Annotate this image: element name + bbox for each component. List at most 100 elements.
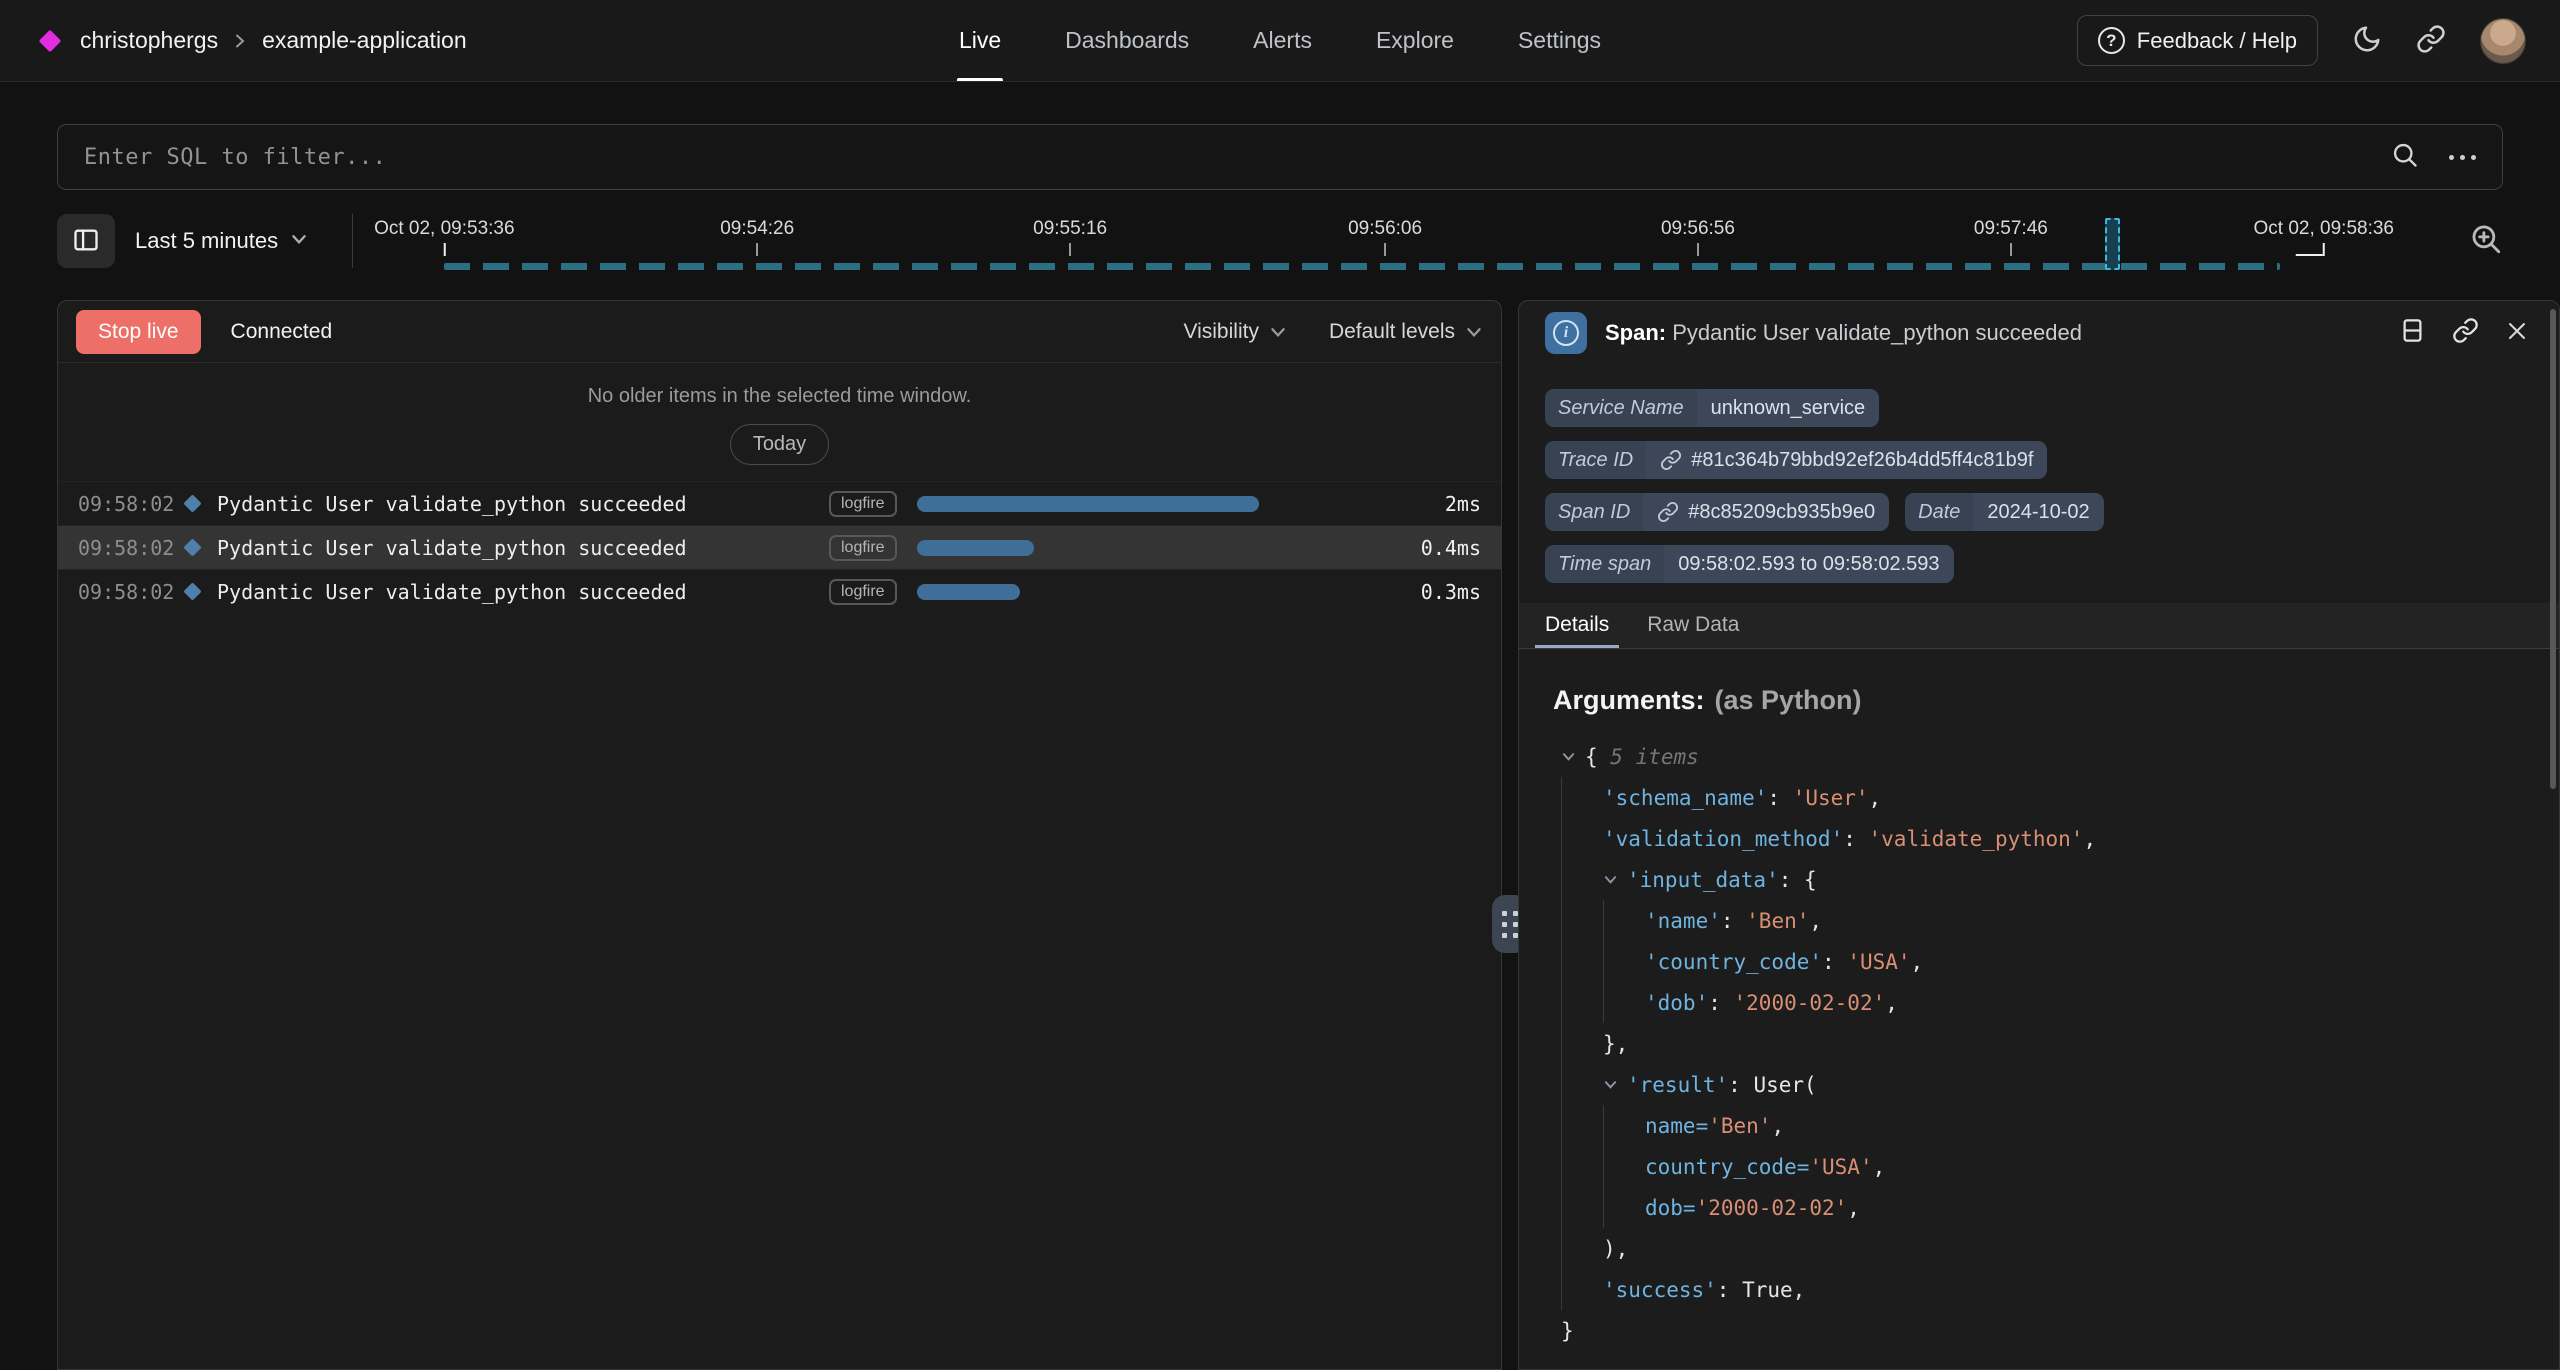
span-meta: Service Name unknown_service Trace ID #8…	[1519, 365, 2559, 603]
feedback-help-button[interactable]: ? Feedback / Help	[2077, 15, 2318, 66]
today-pill[interactable]: Today	[730, 424, 829, 465]
span-id-chip[interactable]: Span ID #8c85209cb935b9e0	[1545, 493, 1889, 531]
timeline-tick: Oct 02, 09:53:36	[374, 218, 515, 256]
close-icon[interactable]	[2505, 319, 2529, 348]
nav-tab-live[interactable]: Live	[959, 0, 1001, 81]
arguments-code-tree: { 5 items'schema_name': 'User','validati…	[1553, 736, 2529, 1351]
timeline-tick: 09:57:46	[1974, 218, 2048, 256]
time-range-label: Last 5 minutes	[135, 228, 278, 254]
chevron-down-icon	[290, 228, 308, 254]
log-message: Pydantic User validate_python succeeded	[217, 536, 829, 560]
indent-guide	[1561, 1105, 1603, 1146]
code-line: 'country_code': 'USA',	[1561, 941, 2529, 982]
indent-guide	[1603, 900, 1645, 941]
chevron-down-icon	[1465, 323, 1483, 341]
nav-tab-alerts[interactable]: Alerts	[1253, 0, 1312, 81]
span-detail-panel: i Span: Pydantic User validate_python su…	[1518, 300, 2560, 1370]
stop-live-button[interactable]: Stop live	[76, 310, 201, 354]
span-id-value: #8c85209cb935b9e0	[1688, 501, 1875, 524]
indent-guide	[1561, 1146, 1603, 1187]
sql-filter-placeholder: Enter SQL to filter...	[84, 145, 386, 170]
copy-link-icon[interactable]	[2452, 317, 2479, 349]
log-row[interactable]: 09:58:02Pydantic User validate_python su…	[58, 525, 1501, 569]
visibility-label: Visibility	[1183, 320, 1258, 344]
trace-id-label: Trace ID	[1545, 441, 1646, 479]
code-line: { 5 items	[1561, 736, 2529, 777]
log-row[interactable]: 09:58:02Pydantic User validate_python su…	[58, 569, 1501, 613]
live-view-panel: Stop live Connected Visibility Default l…	[57, 300, 1502, 1370]
more-options-icon[interactable]	[2449, 155, 2476, 160]
indent-guide	[1561, 982, 1603, 1023]
log-message: Pydantic User validate_python succeeded	[217, 492, 829, 516]
scrollbar-thumb[interactable]	[2550, 309, 2556, 789]
date-chip: Date 2024-10-02	[1905, 493, 2104, 531]
duration-bar-zone	[917, 540, 1367, 556]
link-icon	[1660, 449, 1682, 471]
breadcrumb: christophergs example-application	[80, 27, 467, 54]
indent-guide	[1603, 941, 1645, 982]
collapse-chevron-icon[interactable]	[1561, 749, 1585, 764]
empty-zone: No older items in the selected time wind…	[58, 363, 1501, 481]
search-icon[interactable]	[2391, 141, 2419, 174]
span-title: Span: Pydantic User validate_python succ…	[1605, 320, 2082, 346]
logfire-logo-icon[interactable]	[39, 29, 62, 52]
trace-id-chip[interactable]: Trace ID #81c364b79bbd92ef26b4dd5ff4c81b…	[1545, 441, 2047, 479]
nav-right: ? Feedback / Help	[2077, 15, 2526, 66]
code-line: },	[1561, 1023, 2529, 1064]
duration-bar	[917, 496, 1259, 512]
nav-tab-dashboards[interactable]: Dashboards	[1065, 0, 1189, 81]
zoom-in-icon[interactable]	[2469, 222, 2503, 261]
timeline-activity-dashes	[444, 263, 2280, 270]
timeline-tick: Oct 02, 09:58:36	[2254, 218, 2395, 256]
timeline-track[interactable]: Oct 02, 09:53:36 09:54:26 09:55:16 09:56:06…	[365, 206, 2451, 276]
feedback-help-label: Feedback / Help	[2137, 28, 2297, 54]
nav-tab-explore[interactable]: Explore	[1376, 0, 1454, 81]
timeline-tick: 09:54:26	[720, 218, 794, 256]
indent-guide	[1561, 1269, 1603, 1310]
time-range-select[interactable]: Last 5 minutes	[135, 228, 308, 254]
span-title-text: Pydantic User validate_python succeeded	[1672, 320, 2082, 345]
breadcrumb-org[interactable]: christophergs	[80, 27, 218, 54]
indent-guide	[1561, 1023, 1603, 1064]
divider	[352, 214, 353, 268]
timeline-tick: 09:56:06	[1348, 218, 1422, 256]
log-row[interactable]: 09:58:02 Pydantic User validate_python su…	[58, 481, 1501, 525]
visibility-dropdown[interactable]: Visibility	[1183, 320, 1286, 344]
scope-tag: logfire	[829, 491, 897, 517]
theme-toggle-button[interactable]	[2352, 24, 2382, 57]
log-time: 09:58:02	[78, 492, 182, 516]
code-line: dob='2000-02-02',	[1561, 1187, 2529, 1228]
duration-bar-zone	[917, 496, 1367, 512]
chevron-right-icon	[232, 33, 248, 49]
time-span-label: Time span	[1545, 545, 1664, 583]
grip-dots-icon	[1502, 911, 1518, 938]
share-link-button[interactable]	[2416, 24, 2446, 57]
scope-tag: logfire	[829, 535, 897, 561]
duration-value: 0.3ms	[1385, 580, 1481, 604]
indent-guide	[1561, 1228, 1603, 1269]
sql-filter-bar[interactable]: Enter SQL to filter...	[57, 124, 2503, 190]
indent-guide	[1603, 1146, 1645, 1187]
code-line: 'name': 'Ben',	[1561, 900, 2529, 941]
scope-tag: logfire	[829, 579, 897, 605]
collapse-chevron-icon[interactable]	[1603, 1077, 1627, 1092]
service-name-label: Service Name	[1545, 389, 1697, 427]
timeline-tick: 09:55:16	[1033, 218, 1107, 256]
toggle-sidebar-button[interactable]	[57, 214, 115, 268]
user-avatar[interactable]	[2480, 18, 2526, 64]
indent-guide	[1603, 1105, 1645, 1146]
link-icon	[2416, 24, 2446, 57]
collapse-chevron-icon[interactable]	[1603, 872, 1627, 887]
span-diamond-icon	[183, 582, 201, 600]
split-panel-icon[interactable]	[2399, 317, 2426, 349]
default-levels-dropdown[interactable]: Default levels	[1329, 320, 1483, 344]
question-circle-icon: ?	[2098, 27, 2125, 54]
duration-value: 0.4ms	[1385, 536, 1481, 560]
span-detail-header: i Span: Pydantic User validate_python su…	[1519, 301, 2559, 365]
detail-tab-raw-data[interactable]: Raw Data	[1647, 613, 1739, 648]
arguments-heading-text: Arguments:	[1553, 685, 1705, 715]
breadcrumb-project[interactable]: example-application	[262, 27, 467, 54]
nav-tab-settings[interactable]: Settings	[1518, 0, 1601, 81]
code-line: 'success': True,	[1561, 1269, 2529, 1310]
detail-tab-details[interactable]: Details	[1545, 613, 1609, 648]
